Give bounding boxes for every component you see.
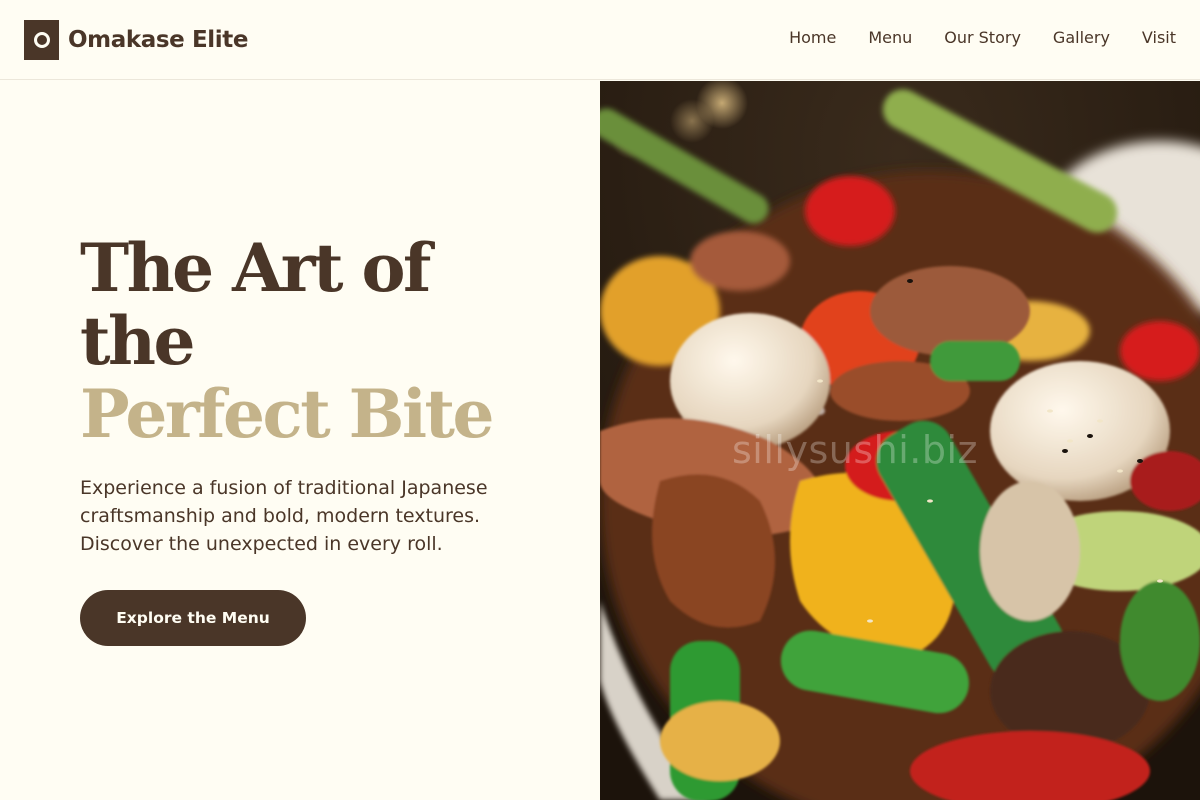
main-nav: Home Menu Our Story Gallery Visit	[789, 26, 1176, 50]
nav-our-story[interactable]: Our Story	[944, 26, 1021, 50]
nav-visit[interactable]: Visit	[1142, 26, 1176, 50]
brand-name: Omakase Elite	[68, 27, 249, 53]
nav-menu[interactable]: Menu	[868, 26, 912, 50]
explore-menu-button[interactable]: Explore the Menu	[80, 590, 306, 646]
hero-title-line-1: The Art of	[80, 229, 431, 307]
watermark-text: sillysushi.biz	[732, 428, 978, 472]
hero-title-accent: Perfect Bite	[80, 375, 495, 453]
ring-logo-icon	[24, 20, 59, 60]
hero-description: Experience a fusion of traditional Japan…	[80, 477, 488, 555]
hero-title: The Art of the Perfect Bite	[80, 229, 495, 453]
brand-logo[interactable]: Omakase Elite	[24, 20, 248, 60]
nav-gallery[interactable]: Gallery	[1053, 26, 1110, 50]
hero-title-line-2: the	[80, 302, 195, 380]
site-header: Omakase Elite Home Menu Our Story Galler…	[0, 0, 1200, 80]
nav-home[interactable]: Home	[789, 26, 836, 50]
